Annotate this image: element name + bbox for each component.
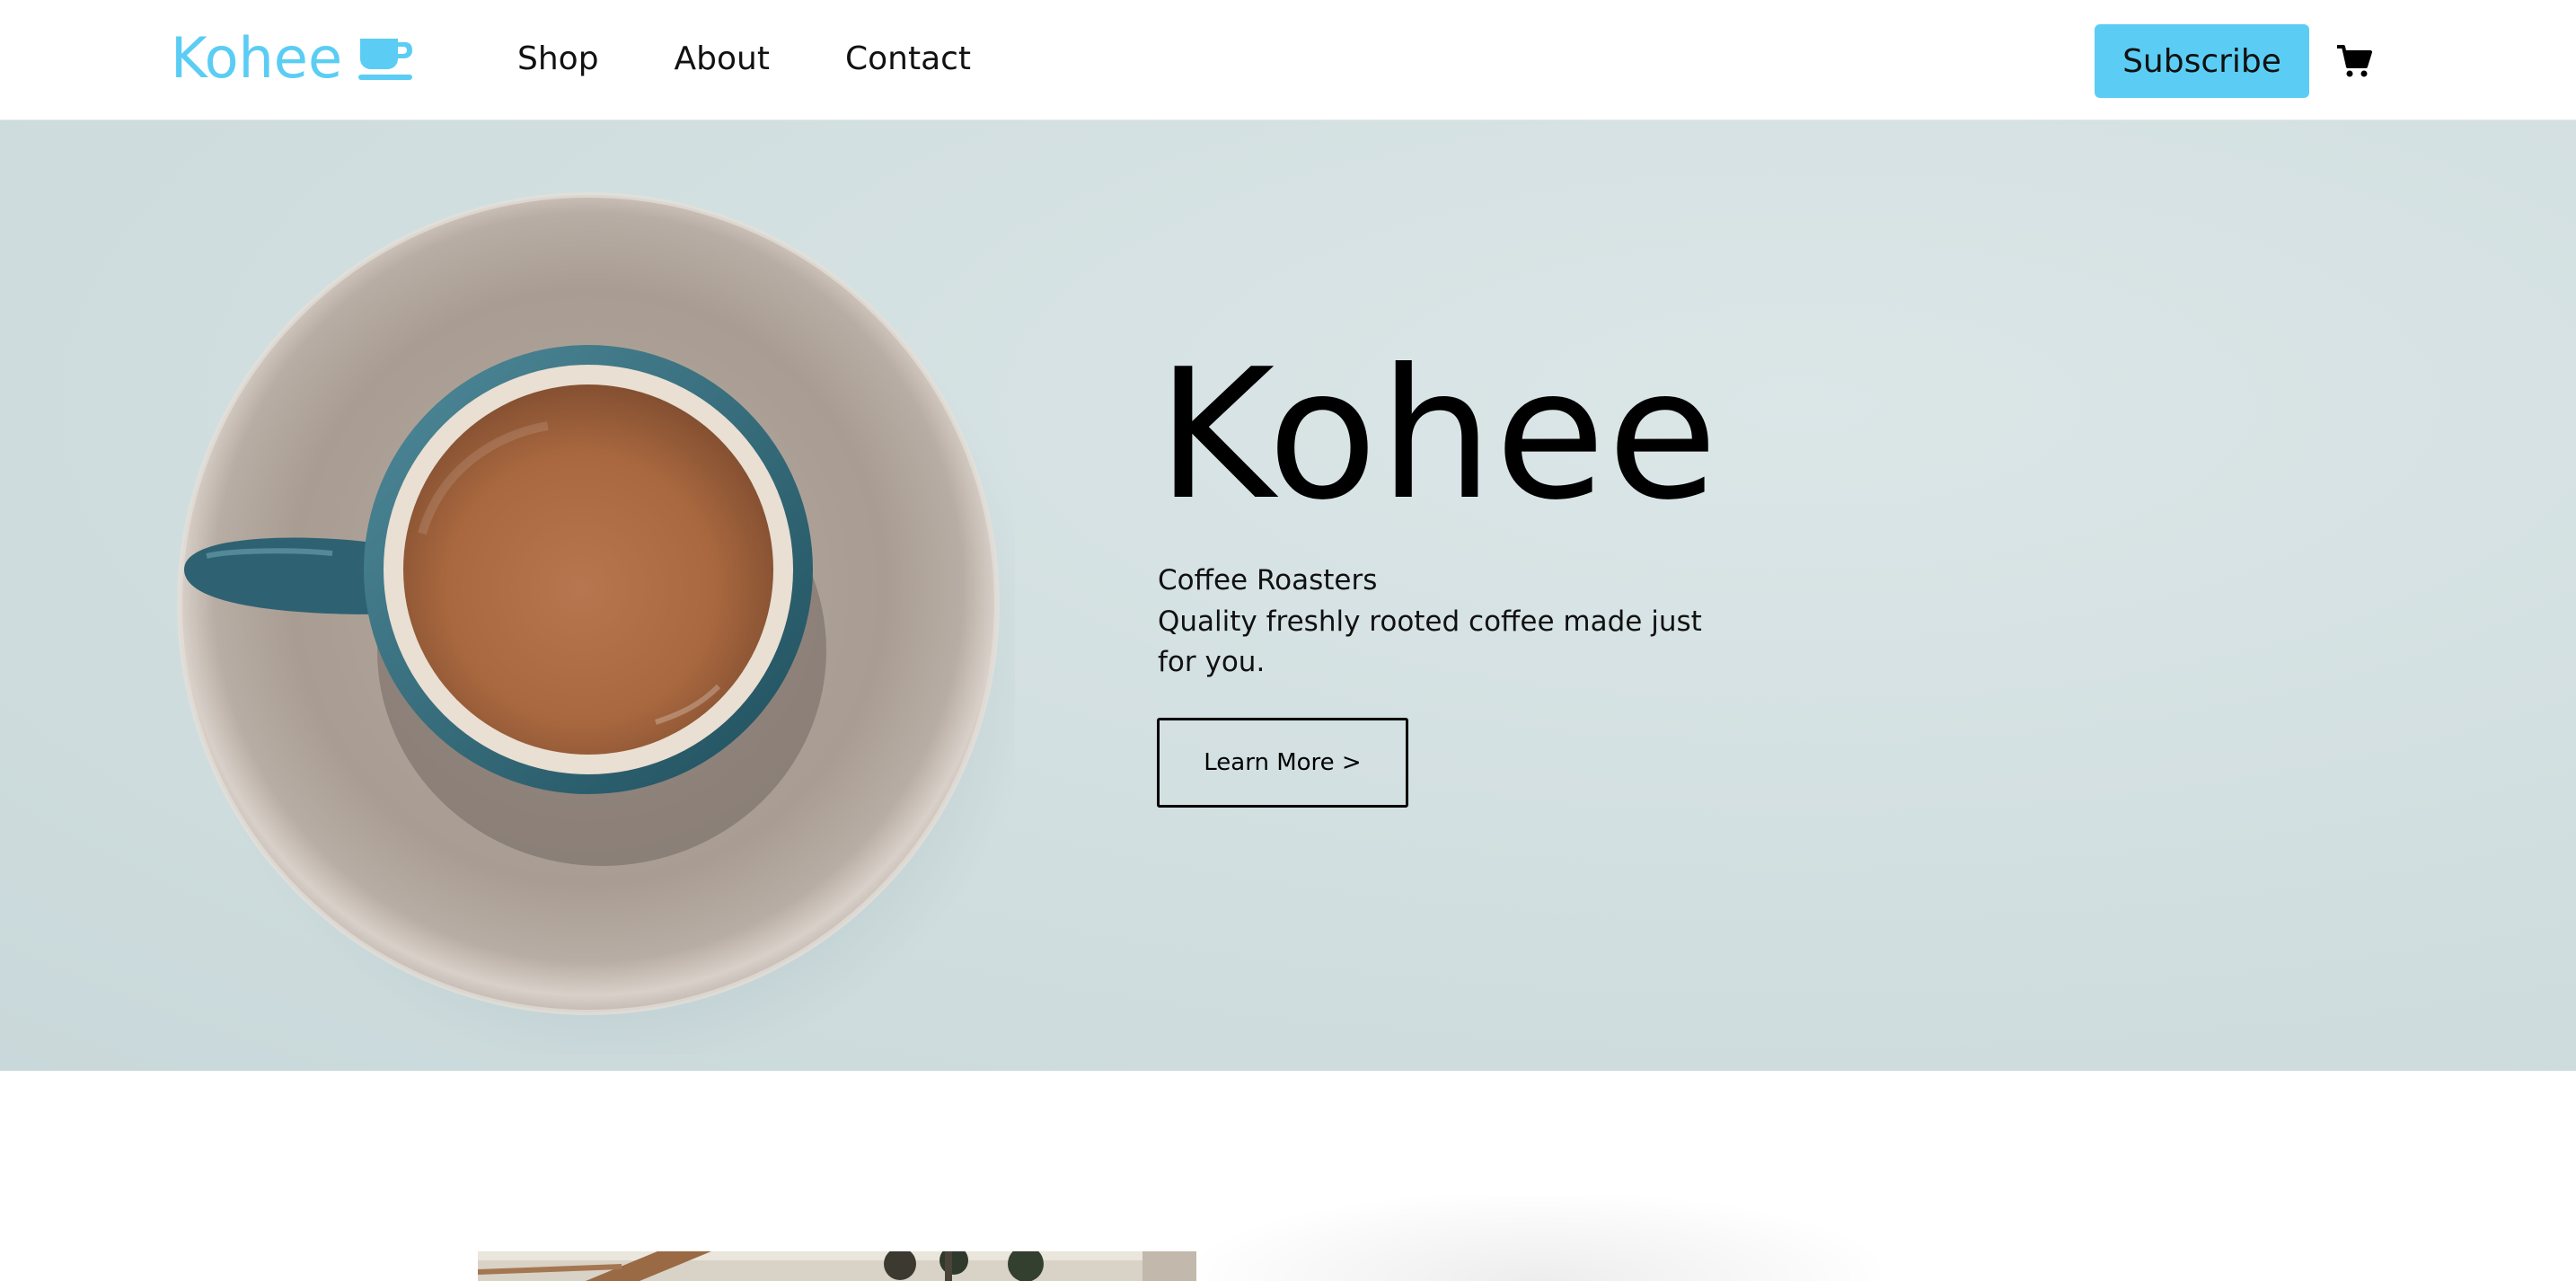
nav-link-about[interactable]: About	[675, 36, 770, 83]
card-shadow	[1196, 1195, 1879, 1281]
subscribe-button[interactable]: Subscribe	[2095, 24, 2309, 98]
nav-link-shop[interactable]: Shop	[517, 36, 599, 83]
hero-subtitle: Coffee Roasters	[1158, 564, 1378, 596]
main-nav: Shop About Contact	[517, 36, 971, 83]
logo-link[interactable]: Kohee	[171, 25, 414, 92]
hero-section: Kohee Coffee Roasters Quality freshly ro…	[0, 120, 2576, 1071]
hero-title: Kohee	[1157, 331, 1720, 540]
site-header: Kohee Shop About Contact Subscribe	[0, 0, 2576, 120]
coffee-cup-photo	[177, 192, 1015, 1055]
logo-text: Kohee	[171, 25, 343, 91]
coffee-cup-icon	[358, 39, 413, 80]
learn-more-button[interactable]: Learn More >	[1157, 718, 1408, 808]
nav-link-contact[interactable]: Contact	[845, 36, 971, 83]
shopping-cart-icon[interactable]	[2336, 43, 2372, 79]
coffee-shop-photo	[478, 1251, 1196, 1281]
hero-description: Quality freshly rooted coffee made just …	[1158, 605, 1702, 678]
